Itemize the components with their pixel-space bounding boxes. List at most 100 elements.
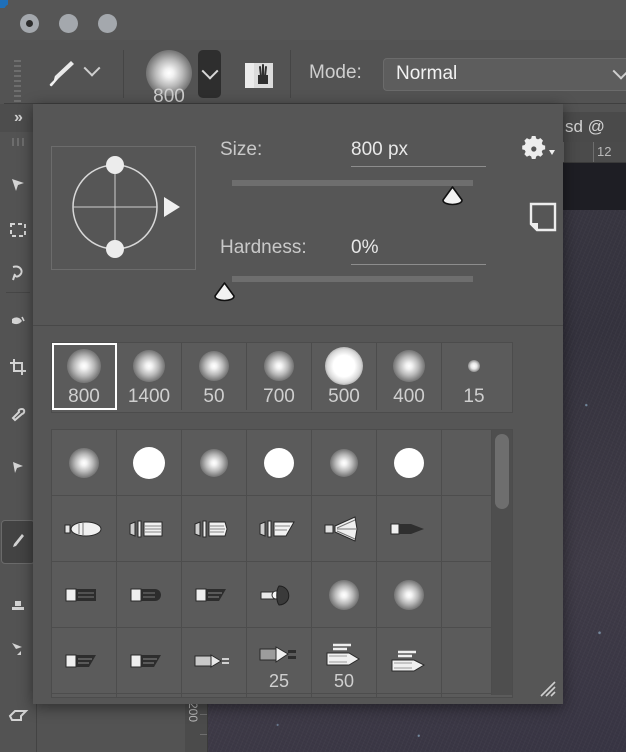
brush-grid-cell[interactable]	[312, 430, 377, 495]
hardness-slider-thumb[interactable]	[212, 282, 237, 306]
brush-angle-roundness-control[interactable]	[51, 146, 196, 270]
brush-grid-cell[interactable]	[377, 562, 442, 627]
tools-panel-grip[interactable]	[12, 138, 26, 146]
lasso-icon	[12, 265, 23, 281]
sidebar-tool-quick-selection[interactable]	[3, 308, 33, 338]
brush-grid-cell[interactable]	[182, 430, 247, 495]
brush-preset-cell[interactable]: 1400	[117, 343, 182, 410]
document-tab[interactable]: sd @	[563, 112, 626, 143]
current-tool-button[interactable]	[40, 52, 82, 94]
clone-stamp-icon	[12, 601, 24, 610]
sidebar-tool-move[interactable]	[3, 170, 33, 200]
airbrush-cone-icon	[260, 584, 290, 606]
tool-preset-chevron[interactable]	[83, 59, 106, 84]
vertical-ruler[interactable]: 200	[185, 700, 208, 752]
brush-grid[interactable]: 25 50	[51, 429, 513, 698]
brush-preset-cell[interactable]: 50	[182, 343, 247, 410]
brush-picker-dropdown-button[interactable]	[198, 50, 221, 98]
sidebar-tool-eyedropper[interactable]	[3, 400, 33, 430]
brush-grid-cell[interactable]	[117, 628, 182, 693]
brush-grid-cell[interactable]	[182, 628, 247, 693]
brush-preset-label: 800	[68, 386, 100, 407]
brush-grid-cell[interactable]	[52, 430, 117, 495]
brush-preset-label: 700	[263, 386, 295, 407]
brush-grid-cell[interactable]: 50	[312, 628, 377, 693]
hardness-slider-track[interactable]	[232, 276, 473, 282]
brush-preset-cell[interactable]: 15	[442, 343, 506, 410]
brush-preset-cell[interactable]: 400	[377, 343, 442, 410]
brush-grid-cell[interactable]	[182, 562, 247, 627]
crop-icon	[10, 359, 26, 375]
brush-grid-cell[interactable]	[117, 430, 182, 495]
brush-grid-cell[interactable]	[52, 562, 117, 627]
chevron-down-icon	[612, 62, 626, 80]
size-slider-track[interactable]	[232, 180, 473, 186]
window-maximize-button[interactable]	[98, 14, 117, 33]
blend-mode-value: Normal	[396, 63, 458, 84]
sidebar-tool-eraser[interactable]	[3, 700, 33, 730]
brush-grid-cell[interactable]	[117, 562, 182, 627]
options-bar-grip[interactable]	[14, 60, 21, 102]
window-titlebar	[0, 0, 626, 40]
brush-grid-cell[interactable]	[377, 628, 442, 693]
size-value[interactable]: 800 px	[351, 139, 408, 161]
brush-grid-cell[interactable]	[247, 496, 312, 561]
brush-grid-cell[interactable]	[312, 496, 377, 561]
brush-grid-row	[52, 562, 492, 628]
tools-panel-collapse-button[interactable]: »	[0, 104, 36, 132]
brush-grid-cell[interactable]	[377, 694, 442, 697]
sidebar-tool-clone-stamp[interactable]	[3, 592, 33, 622]
brush-picker-settings-button[interactable]	[521, 134, 561, 168]
brush-preset-thumbnail	[312, 346, 376, 386]
brush-grid-cell[interactable]	[247, 694, 312, 697]
brush-preset-label: 500	[328, 386, 360, 407]
brush-grid-cell[interactable]	[182, 694, 247, 697]
sidebar-tool-marquee[interactable]	[3, 215, 33, 245]
ruler-mark: 12	[597, 144, 612, 159]
brush-grid-cell[interactable]	[247, 430, 312, 495]
brush-preset-cell[interactable]: 800	[52, 343, 117, 410]
brush-grid-cell[interactable]	[377, 430, 442, 495]
sidebar-tool-healing-brush[interactable]	[3, 452, 33, 482]
blend-mode-select[interactable]: Normal	[383, 58, 626, 91]
brush-grid-cell[interactable]	[117, 694, 182, 697]
eraser-icon	[8, 710, 29, 721]
bristle-pointed-icon	[64, 521, 102, 536]
window-minimize-button[interactable]	[59, 14, 78, 33]
brush-settings-panel-button[interactable]	[240, 58, 278, 92]
hardness-value[interactable]: 0%	[351, 237, 378, 259]
sidebar-tool-lasso[interactable]	[3, 258, 33, 288]
rect-marquee-icon	[10, 223, 26, 237]
brush-preset-cell[interactable]: 700	[247, 343, 312, 410]
size-field-underline	[351, 166, 486, 167]
brush-grid-cell[interactable]	[52, 496, 117, 561]
brush-grid-cell[interactable]	[377, 496, 442, 561]
picker-resize-grip[interactable]	[535, 676, 557, 698]
brush-grid-cell[interactable]	[52, 628, 117, 693]
size-slider-thumb[interactable]	[440, 186, 465, 210]
new-brush-preset-button[interactable]	[526, 200, 560, 234]
brush-grid-cell[interactable]	[52, 694, 117, 697]
brush-grid-scrollbar[interactable]	[491, 430, 512, 695]
sidebar-tool-history-brush[interactable]	[3, 632, 33, 662]
brush-grid-cell[interactable]	[312, 562, 377, 627]
brush-grid-cell[interactable]	[312, 694, 377, 697]
brush-grid-cell[interactable]	[247, 562, 312, 627]
sidebar-tool-brush[interactable]	[1, 520, 35, 564]
brush-grid-cell-label: 50	[333, 671, 355, 691]
resize-grip-icon	[540, 681, 556, 697]
brush-grid-scrollbar-thumb[interactable]	[495, 434, 509, 509]
blend-mode-label: Mode:	[309, 62, 362, 83]
chevron-down-icon	[201, 62, 218, 80]
brush-grid-cell[interactable]	[117, 496, 182, 561]
window-close-button[interactable]	[20, 14, 39, 33]
sidebar-tool-crop[interactable]	[3, 352, 33, 382]
horizontal-ruler[interactable]: 12	[563, 142, 626, 163]
ruler-mark-vertical: 200	[186, 702, 200, 723]
brush-grid-cell[interactable]: 25	[247, 628, 312, 693]
brush-preset-picker: Size: 800 px Hardness: 0% 800 1400 50 70…	[33, 104, 563, 704]
brush-preset-label: 15	[463, 386, 485, 407]
bristle-angled-icon	[259, 520, 295, 537]
brush-grid-cell[interactable]	[182, 496, 247, 561]
brush-preset-cell[interactable]: 500	[312, 343, 377, 410]
